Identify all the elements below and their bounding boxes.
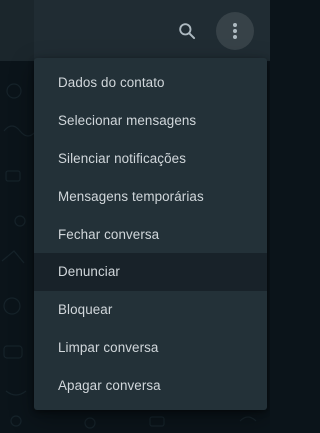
menu-item-label: Denunciar [58, 264, 120, 280]
menu-item-label: Silenciar notificações [58, 150, 186, 166]
menu-item-delete-chat[interactable]: Apagar conversa [34, 366, 267, 404]
menu-item-report[interactable]: Denunciar [34, 252, 267, 291]
menu-item-label: Limpar conversa [58, 339, 159, 355]
conversation-menu: Dados do contato Selecionar mensagens Si… [34, 58, 267, 410]
search-button[interactable] [172, 16, 202, 46]
menu-item-close-chat[interactable]: Fechar conversa [34, 215, 267, 253]
chat-window: Dados do contato Selecionar mensagens Si… [0, 0, 270, 433]
menu-item-clear-chat[interactable]: Limpar conversa [34, 329, 267, 367]
menu-item-mute-notifications[interactable]: Silenciar notificações [34, 140, 267, 178]
menu-item-disappearing-messages[interactable]: Mensagens temporárias [34, 177, 267, 215]
more-vertical-icon [233, 23, 237, 39]
chat-header [0, 0, 270, 61]
menu-item-label: Dados do contato [58, 75, 165, 91]
menu-button[interactable] [216, 12, 254, 50]
menu-item-contact-info[interactable]: Dados do contato [34, 64, 267, 102]
menu-item-label: Bloquear [58, 302, 113, 318]
menu-item-select-messages[interactable]: Selecionar mensagens [34, 102, 267, 140]
menu-item-label: Selecionar mensagens [58, 113, 197, 129]
menu-item-label: Apagar conversa [58, 377, 161, 393]
search-icon [179, 23, 196, 40]
menu-item-block[interactable]: Bloquear [34, 291, 267, 329]
menu-item-label: Fechar conversa [58, 226, 160, 242]
header-left-area [0, 0, 34, 61]
menu-item-label: Mensagens temporárias [58, 188, 204, 204]
